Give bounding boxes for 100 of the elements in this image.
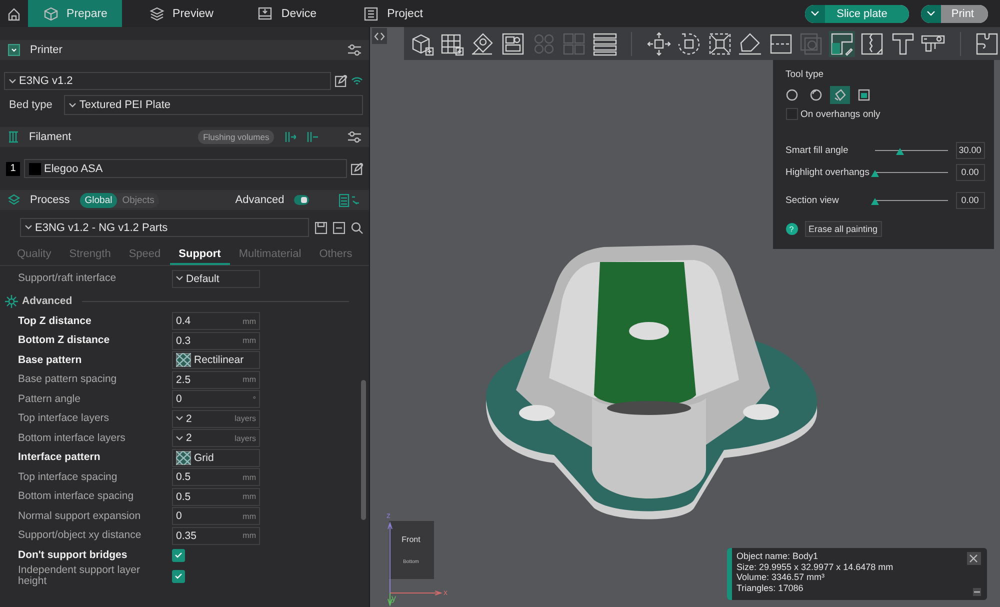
toolbar-button[interactable] — [859, 30, 885, 56]
setting-label: Don't support bridges — [18, 550, 128, 561]
setting-label: Interface pattern — [18, 452, 102, 464]
minimize-button[interactable] — [972, 588, 980, 596]
caret-icon — [176, 416, 183, 422]
pattern-icon — [176, 353, 191, 368]
dropdown[interactable]: 2 layers — [172, 410, 260, 428]
checkbox[interactable] — [172, 570, 185, 582]
sphere-icon — [810, 89, 822, 101]
toolbar-button[interactable] — [592, 30, 618, 56]
setting-label: Normal support expansion — [18, 510, 142, 522]
cube-face-label: Front — [402, 535, 420, 544]
slider-thumb[interactable] — [870, 198, 878, 204]
slice-button[interactable]: Slice plate — [804, 4, 910, 22]
slider-thumb[interactable] — [870, 170, 878, 176]
number-field[interactable]: 2.5 mm — [172, 370, 260, 389]
nav-tab[interactable]: Preview — [134, 0, 228, 27]
squares-icon — [561, 30, 587, 56]
axis-label: y — [392, 593, 396, 603]
toolbar-button[interactable] — [500, 30, 526, 56]
scrollbar[interactable] — [361, 380, 366, 520]
printer-dropdown[interactable]: E3NG v1.2 — [4, 72, 332, 90]
chevrons-icon — [374, 32, 384, 40]
checkbox[interactable] — [172, 548, 185, 562]
number-field[interactable]: 0.5 mm — [172, 488, 260, 506]
dropdown[interactable]: 2 layers — [172, 429, 260, 448]
setting-label: Bottom interface spacing — [18, 491, 135, 502]
number-field[interactable]: 0 ° — [172, 390, 260, 408]
toolbar-button[interactable] — [470, 30, 496, 56]
arrange-icon — [500, 30, 526, 56]
number-field[interactable]: 0.5 mm — [172, 468, 260, 486]
caret-icon — [69, 102, 76, 108]
filament-dropdown[interactable]: Elegoo ASA — [24, 159, 348, 178]
setting-label: Support/object xy distance — [18, 530, 142, 542]
toolbar-button[interactable] — [890, 30, 916, 56]
close-button[interactable] — [966, 552, 980, 565]
section-title: Process — [30, 194, 70, 206]
value-field[interactable]: 30.00 — [956, 142, 984, 158]
setting-label: Support/raft interface — [18, 273, 118, 284]
paint-bucket-icon — [834, 89, 846, 101]
diamond-a-icon — [470, 30, 496, 56]
flushing-volumes-button[interactable]: Flushing volumes — [198, 130, 274, 144]
number-field[interactable]: 0 mm — [172, 507, 260, 526]
toolbar-button[interactable] — [646, 30, 672, 56]
toolbar-button[interactable] — [676, 30, 702, 56]
search-icon — [351, 222, 364, 234]
slider-thumb[interactable] — [896, 148, 904, 154]
axis-label: z — [386, 511, 390, 520]
collapse-button[interactable] — [372, 28, 386, 44]
number-field[interactable]: 0.4 mm — [172, 312, 260, 330]
field-label: Bed type — [9, 99, 52, 111]
erase-button[interactable]: Erase all painting — [804, 221, 882, 237]
info-line: Object name: Body1 — [736, 551, 820, 562]
toolbar-button[interactable] — [737, 30, 763, 56]
dropdown[interactable]: Rectilinear — [172, 351, 260, 370]
tool-button[interactable] — [830, 86, 850, 104]
sliders-icon — [348, 131, 362, 143]
section-title: Filament — [29, 131, 72, 143]
checkbox[interactable] — [786, 108, 798, 120]
process-preset-dropdown[interactable]: E3NG v1.2 - NG v1.2 Parts — [20, 218, 310, 237]
text-icon — [890, 30, 916, 56]
axis-label: x — [444, 588, 448, 597]
caret-icon — [176, 276, 183, 282]
cube-icon — [42, 6, 59, 22]
wifi-icon — [351, 76, 364, 86]
slider-label: Section view — [786, 194, 840, 206]
scope-toggle[interactable]: Global — [80, 192, 118, 208]
nav-tab[interactable]: Prepare — [28, 0, 122, 27]
dropdown[interactable]: Grid — [172, 448, 260, 467]
toolbar-button[interactable] — [828, 30, 854, 56]
remove-filament-icon — [306, 131, 318, 143]
info-line: Triangles: 17086 — [736, 582, 804, 593]
list-icon — [592, 30, 618, 56]
dropdown[interactable]: Default — [172, 270, 260, 288]
move-icon — [646, 30, 672, 56]
settings-tab[interactable]: Support — [170, 245, 230, 265]
toolbar-button[interactable] — [974, 30, 1000, 56]
rotate-icon — [676, 30, 702, 56]
setting-label: Bottom Z distance — [18, 335, 111, 346]
nav-tab[interactable]: Device — [240, 0, 334, 27]
value-field[interactable]: 0.00 — [956, 164, 984, 180]
gear-icon — [5, 294, 18, 308]
setting-label: Base pattern — [18, 354, 83, 366]
toggle-switch[interactable] — [294, 195, 310, 205]
toolbar-button[interactable] — [706, 30, 732, 56]
eraser-icon — [737, 30, 763, 56]
slider-label: Smart fill angle — [786, 144, 850, 156]
nav-tab[interactable]: Project — [346, 0, 440, 27]
number-field[interactable]: 0.3 mm — [172, 332, 260, 350]
advanced-label: Advanced — [235, 194, 284, 206]
scale-icon — [706, 30, 732, 56]
info-line: Volume: 3346.57 mm³ — [736, 572, 826, 582]
check-icon — [175, 552, 182, 558]
number-field[interactable]: 0.35 mm — [172, 526, 260, 545]
value-field[interactable]: 0.00 — [956, 192, 984, 208]
save-icon — [315, 222, 328, 234]
layers-icon — [8, 194, 20, 206]
bed-type-dropdown[interactable]: Textured PEI Plate — [64, 95, 364, 115]
setting-label: Bottom interface layers — [18, 432, 126, 444]
puzzle-icon — [974, 30, 1000, 56]
